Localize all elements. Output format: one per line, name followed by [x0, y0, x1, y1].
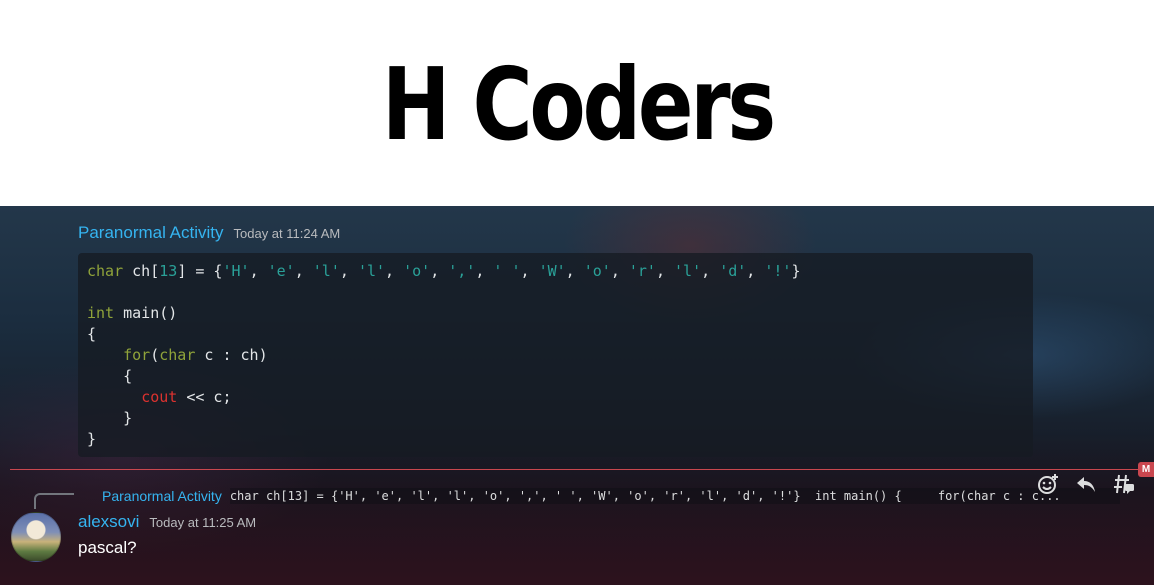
reply-reference[interactable]: Paranormal Activity char ch[13] = {'H', …: [102, 486, 1154, 506]
code-token: }: [87, 409, 133, 427]
char-literal: 'H': [222, 262, 250, 280]
char-literal: 'l': [312, 262, 340, 280]
reply-icon: [1077, 477, 1095, 492]
code-token: << c;: [177, 388, 232, 406]
char-literal: ',': [448, 262, 476, 280]
message-timestamp: Today at 11:25 AM: [149, 515, 257, 530]
char-literal: ' ': [493, 262, 521, 280]
message-username[interactable]: Paranormal Activity: [78, 223, 224, 243]
new-messages-divider: [10, 469, 1154, 470]
reply-username[interactable]: Paranormal Activity: [102, 488, 222, 504]
char-literal: 'd': [719, 262, 747, 280]
char-literal: 'r': [628, 262, 656, 280]
create-thread-icon: [1114, 474, 1134, 494]
char-literal: 'W': [538, 262, 566, 280]
message-header: Paranormal Activity Today at 11:24 AM: [78, 223, 340, 243]
char-literal: 'e': [267, 262, 295, 280]
code-token: ch[: [123, 262, 160, 280]
code-token: (: [150, 346, 160, 364]
code-token: for: [123, 346, 151, 364]
add-reaction-button[interactable]: [1034, 470, 1062, 498]
chat-area: Paranormal Activity Today at 11:24 AM ch…: [0, 206, 1154, 585]
code-token: char: [159, 346, 196, 364]
code-token: c : ch): [195, 346, 268, 364]
message-timestamp: Today at 11:24 AM: [233, 226, 341, 241]
code-token: }: [87, 430, 97, 448]
code-token: }: [791, 262, 801, 280]
meme-caption: H Coders: [0, 0, 1154, 206]
code-token: ] = {: [177, 262, 223, 280]
char-literal: 'l': [357, 262, 386, 280]
reply-button[interactable]: [1072, 470, 1100, 498]
code-text: char ch[13] = {'H', 'e', 'l', 'l', 'o', …: [87, 262, 801, 448]
code-token: 13: [159, 262, 178, 280]
code-token: {: [87, 325, 97, 343]
char-literal: 'o': [583, 262, 611, 280]
add-reaction-icon: [1038, 474, 1058, 494]
caption-text: H Coders: [381, 46, 775, 163]
code-token: cout: [141, 388, 178, 406]
message-header: alexsovi Today at 11:25 AM: [78, 512, 256, 532]
code-token: int: [87, 304, 115, 322]
code-token: main(): [114, 304, 178, 322]
message-text: pascal?: [78, 538, 137, 557]
message-toolbar: [1031, 468, 1154, 500]
message-username[interactable]: alexsovi: [78, 512, 139, 532]
reply-preview[interactable]: char ch[13] = {'H', 'e', 'l', 'l', 'o', …: [229, 488, 1120, 504]
code-token: {: [87, 367, 133, 385]
avatar[interactable]: [11, 512, 61, 562]
code-block: char ch[13] = {'H', 'e', 'l', 'l', 'o', …: [78, 253, 1033, 457]
create-thread-button[interactable]: [1110, 470, 1138, 498]
char-literal: 'l': [674, 262, 702, 280]
char-literal: 'o': [403, 262, 431, 280]
reply-spine: [34, 493, 74, 509]
char-literal: '!': [764, 262, 792, 280]
code-token: char: [87, 262, 124, 280]
